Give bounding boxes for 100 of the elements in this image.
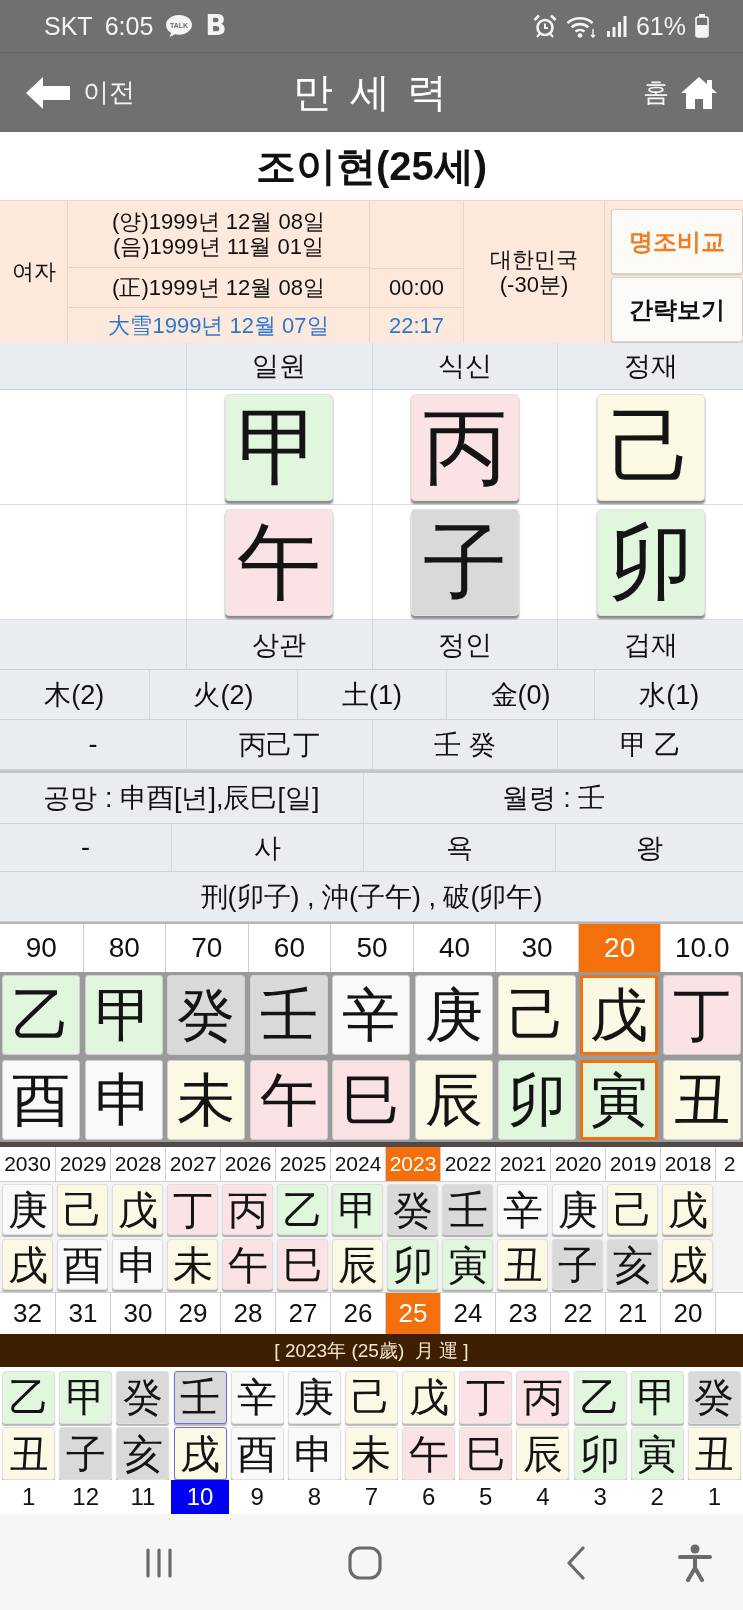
month-number-cell[interactable]: 10 [171,1480,229,1514]
heavenly-stem-tile: 己 [596,393,705,501]
home-nav-icon[interactable] [348,1546,382,1580]
stem-tile: 己 [57,1184,108,1235]
branch-tile: 辰 [332,1239,383,1290]
branch-tile: 卯 [387,1239,438,1290]
wifi-icon [565,14,598,38]
life-stage-text: 왕 [636,831,663,865]
branch-tile: 子 [552,1239,603,1290]
back-arrow-icon [26,76,70,109]
void-branches-text: 공망 : 申酉[년],辰巳[일] [43,782,320,815]
branch-tile: 未 [167,1059,246,1140]
year-cell[interactable]: 2030 [0,1147,55,1181]
month-number-cell[interactable]: 9 [228,1480,286,1514]
letter-icon: B [205,12,227,40]
element-count: 土(1) [342,678,402,712]
year-cell[interactable]: 2027 [165,1147,220,1181]
age-cell[interactable]: 32 [0,1293,55,1334]
element-count: 火(2) [193,678,254,712]
element-count: 水(1) [639,678,700,712]
stem-tile: 乙 [277,1184,328,1235]
year-cell: 2 [723,1152,736,1176]
branch-tile: 丑 [687,1427,741,1480]
year-cell[interactable]: 2021 [495,1147,550,1181]
life-stage-text: 사 [254,831,281,865]
year-cell[interactable]: 2025 [275,1147,330,1181]
year-cell[interactable]: 2019 [605,1147,660,1181]
month-number-cell[interactable]: 11 [114,1480,172,1514]
year-cell[interactable]: 2022 [440,1147,495,1181]
branch-tile: 戌 [2,1239,53,1290]
month-number-cell[interactable]: 5 [457,1480,515,1514]
stem-tile: 癸 [387,1184,438,1235]
ten-god-label: 일원 [252,350,307,383]
carrier-name: SKT [44,13,93,39]
luck-age-cell[interactable]: 90 [0,924,83,972]
month-number-cell[interactable]: 7 [342,1480,401,1514]
year-cell[interactable]: 2028 [110,1147,165,1181]
brief-view-button[interactable]: 간략보기 [611,277,743,342]
region-name: 대한민국 [490,246,578,272]
branch-tile: 丑 [497,1239,548,1290]
year-cell[interactable]: 2026 [220,1147,275,1181]
branch-tile: 丑 [662,1059,741,1140]
month-command-text: 월령 : 壬 [501,782,606,815]
branch-tile: 寅 [580,1059,659,1140]
gender-label: 여자 [11,259,56,285]
branch-tile: 酉 [230,1427,284,1480]
month-number-cell[interactable]: 1 [685,1480,743,1514]
branch-tile: 丑 [2,1427,56,1480]
stem-tile: 戊 [662,1184,713,1235]
stem-tile: 甲 [332,1184,383,1235]
recent-apps-icon[interactable] [146,1548,172,1578]
solar-date: (양)1999년 12월 08일 [112,208,325,234]
stem-tile: 丙 [222,1184,273,1235]
stem-tile: 戊 [112,1184,163,1235]
ten-god-label: 정인 [437,628,492,662]
corrected-time: 00:00 [388,275,445,301]
corrected-date: (正)1999년 12월 08일 [112,274,325,301]
stem-tile: 庚 [287,1370,341,1424]
year-cell[interactable]: 2029 [55,1147,110,1181]
month-number-cell[interactable]: 3 [571,1480,629,1514]
stem-tile: 辛 [230,1370,284,1424]
month-number-cell[interactable]: 1 [0,1480,58,1514]
signal-icon [606,15,627,37]
year-cell[interactable]: 2018 [660,1147,715,1181]
stem-tile: 戊 [580,974,659,1055]
stem-tile: 丁 [662,974,741,1055]
branch-tile: 酉 [57,1239,108,1290]
monthly-fortune-banner: [ 2023年 (25歲) 月 運 ] [0,1334,743,1367]
ten-god-label: 상관 [252,628,307,662]
element-count: 金(0) [490,678,551,712]
clock-time: 6:05 [104,13,154,39]
stem-tile: 己 [607,1184,658,1235]
back-button[interactable]: 이전 [26,75,135,110]
month-number-cell[interactable]: 8 [285,1480,343,1514]
time-offset: (-30분) [499,272,569,298]
earthly-branch-tile: 午 [225,508,334,616]
branch-tile: 申 [287,1427,341,1480]
stem-tile: 癸 [116,1370,170,1424]
back-nav-icon[interactable] [566,1546,586,1580]
month-number-cell[interactable]: 2 [628,1480,686,1514]
solar-term-time: 22:17 [388,312,445,339]
stem-tile: 丙 [516,1370,570,1424]
branch-tile: 午 [222,1239,273,1290]
stem-tile: 丁 [459,1370,513,1424]
stem-tile: 庚 [415,974,494,1055]
month-number-cell[interactable]: 12 [57,1480,115,1514]
accessibility-icon[interactable] [678,1544,712,1582]
home-icon [681,76,717,109]
stem-tile: 辛 [497,1184,548,1235]
home-button[interactable]: 홈 [643,75,717,110]
branch-tile: 未 [345,1427,398,1480]
stem-tile: 乙 [2,1370,56,1424]
month-number-cell[interactable]: 4 [514,1480,572,1514]
branch-tile: 巳 [332,1059,411,1140]
person-name-title: 조이현(25세) [255,142,488,190]
month-number-cell[interactable]: 6 [400,1480,458,1514]
year-cell[interactable]: 2020 [550,1147,605,1181]
stem-tile: 庚 [552,1184,603,1235]
branch-tile: 亥 [116,1427,170,1480]
stem-tile: 甲 [59,1370,113,1424]
